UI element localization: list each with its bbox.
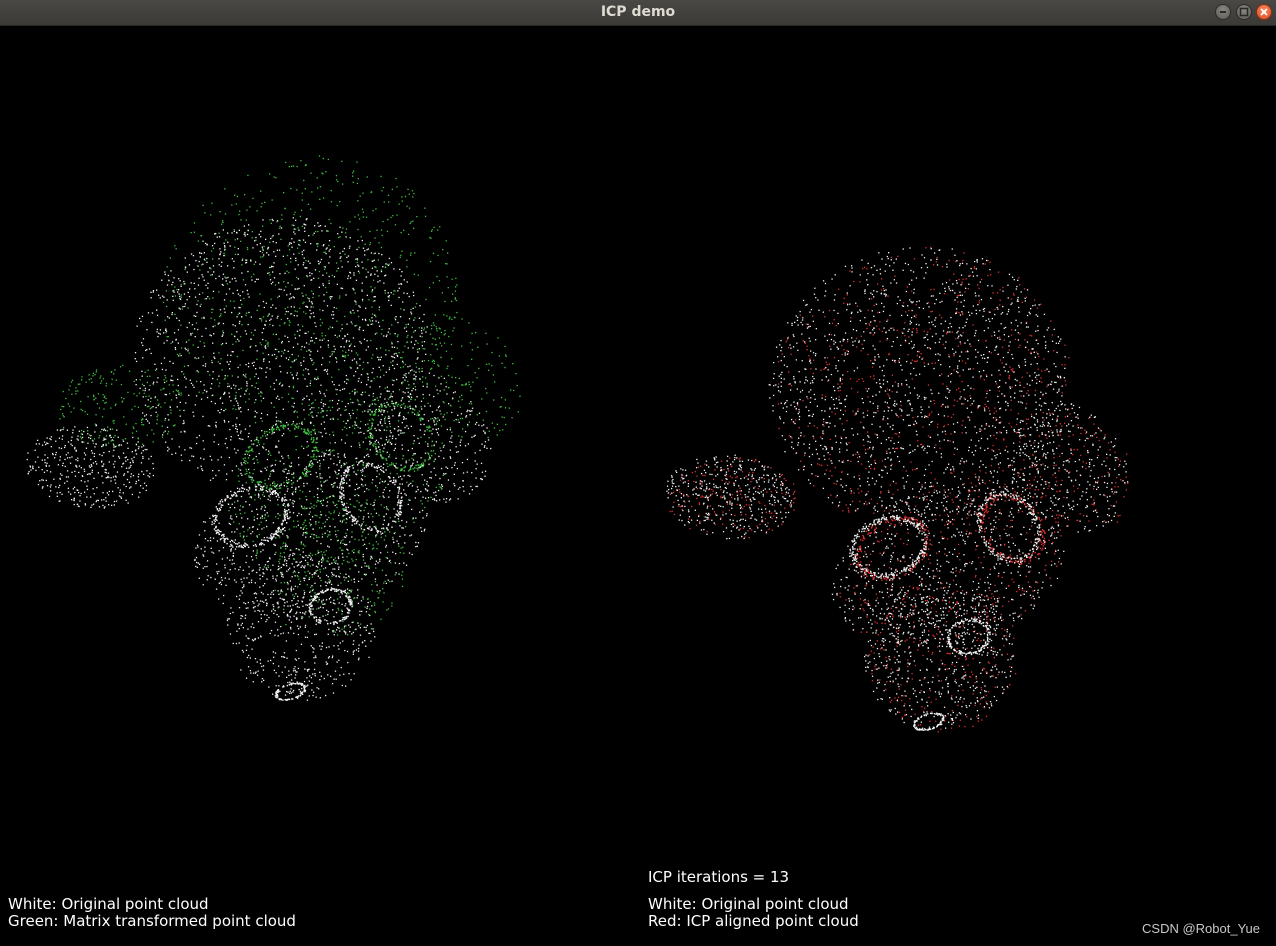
icp-demo-window: ICP demo White: Original point cloud Gre… — [0, 0, 1276, 946]
title-bar[interactable]: ICP demo — [0, 0, 1276, 26]
icp-iterations-label: ICP iterations = 13 — [648, 868, 790, 886]
legend-original-right: White: Original point cloud — [648, 895, 849, 913]
close-icon — [1260, 8, 1268, 16]
maximize-button[interactable] — [1236, 4, 1252, 20]
minimize-icon — [1220, 11, 1226, 13]
left-viewport[interactable]: White: Original point cloud Green: Matri… — [0, 26, 638, 946]
minimize-button[interactable] — [1215, 4, 1231, 20]
original-points — [666, 247, 1129, 731]
original-points — [26, 217, 492, 701]
watermark: CSDN @Robot_Yue — [1142, 921, 1260, 936]
legend-transformed-left: Green: Matrix transformed point cloud — [8, 912, 296, 930]
legend-original-left: White: Original point cloud — [8, 895, 209, 913]
overlay-points — [59, 155, 521, 636]
overlay-points — [669, 246, 1129, 733]
window-title: ICP demo — [600, 4, 676, 20]
right-viewport[interactable]: ICP iterations = 13 White: Original poin… — [638, 26, 1276, 946]
point-cloud-left[interactable] — [0, 26, 638, 946]
maximize-icon — [1239, 7, 1249, 17]
point-cloud-right[interactable] — [638, 26, 1276, 946]
legend-aligned-right: Red: ICP aligned point cloud — [648, 912, 859, 930]
close-button[interactable] — [1256, 4, 1272, 20]
